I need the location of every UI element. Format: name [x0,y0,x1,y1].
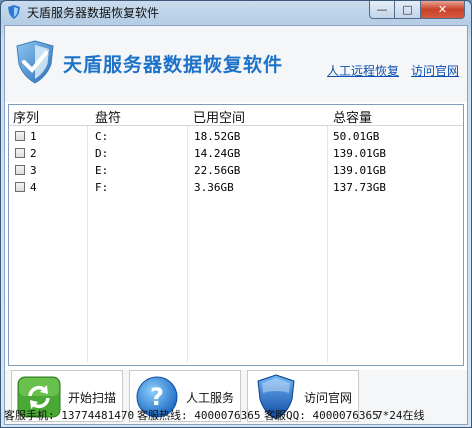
row-checkbox[interactable] [15,165,25,175]
remote-recovery-link[interactable]: 人工远程恢复 [327,62,399,79]
visit-site-link[interactable]: 访问官网 [411,62,459,79]
row-drive: F: [95,181,109,194]
drive-table: 序列 盘符 已用空间 总容量 1 C: 18.52GB 50.01GB 2 D:… [8,104,464,366]
row-total: 139.01GB [333,147,386,160]
row-index: 2 [30,147,37,160]
column-header-index[interactable]: 序列 [13,107,39,126]
main-panel: 天盾服务器数据恢复软件 人工远程恢复 访问官网 序列 盘符 已用空间 总容量 1… [4,25,468,425]
support-qq: 客服QQ: 4000076365 [264,409,379,422]
app-name: 天盾服务器数据恢复软件 [63,54,284,76]
row-used: 18.52GB [194,130,241,143]
row-index: 1 [30,130,37,143]
row-total: 137.73GB [333,181,386,194]
row-index: 3 [30,164,37,177]
row-checkbox[interactable] [15,131,25,141]
row-checkbox[interactable] [15,182,25,192]
support-phone: 客服手机: 13774481470 [4,409,135,422]
support-hours: 7*24在线 [376,409,425,422]
column-header-drive[interactable]: 盘符 [95,107,121,126]
row-checkbox[interactable] [15,148,25,158]
status-bar: 客服手机: 13774481470 客服热线: 4000076365 客服QQ:… [4,403,468,425]
row-used: 3.36GB [194,181,234,194]
table-header: 序列 盘符 已用空间 总容量 [9,105,463,126]
column-header-total[interactable]: 总容量 [333,107,372,126]
table-row[interactable]: 1 C: 18.52GB 50.01GB [9,129,463,145]
row-total: 139.01GB [333,164,386,177]
app-window: 天盾服务器数据恢复软件 — □ ✕ 天盾服务器数据恢复软件 人工远程恢复 访问官… [0,0,472,428]
shield-logo-icon [16,40,54,84]
row-drive: C: [95,130,109,143]
row-used: 14.24GB [194,147,241,160]
row-total: 50.01GB [333,130,380,143]
maximize-button[interactable]: □ [395,1,421,19]
row-drive: E: [95,164,109,177]
support-hotline: 客服热线: 4000076365 [137,409,261,422]
column-header-used[interactable]: 已用空间 [193,107,245,126]
row-drive: D: [95,147,109,160]
table-row[interactable]: 4 F: 3.36GB 137.73GB [9,180,463,196]
table-row[interactable]: 3 E: 22.56GB 139.01GB [9,163,463,179]
window-title: 天盾服务器数据恢复软件 [27,6,160,20]
close-button[interactable]: ✕ [421,1,465,19]
minimize-button[interactable]: — [369,1,395,19]
table-row[interactable]: 2 D: 14.24GB 139.01GB [9,146,463,162]
title-bar[interactable]: 天盾服务器数据恢复软件 — □ ✕ [1,1,471,25]
header: 天盾服务器数据恢复软件 人工远程恢复 访问官网 [5,26,467,102]
row-used: 22.56GB [194,164,241,177]
app-shield-icon [8,5,20,19]
row-index: 4 [30,181,37,194]
